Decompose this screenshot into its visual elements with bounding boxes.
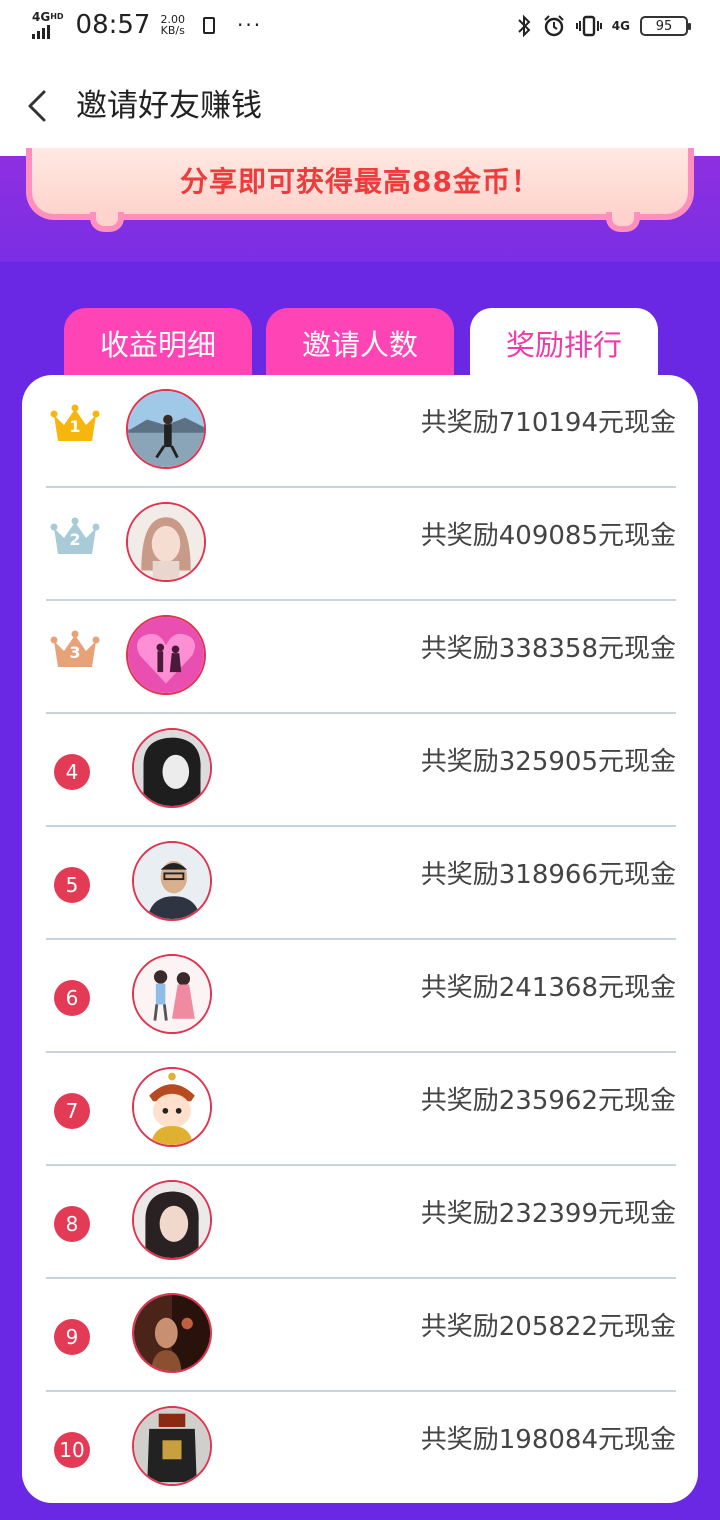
rank-badge: 4 (54, 754, 90, 790)
reward-amount: 共奖励198084元现金 (420, 1425, 676, 1455)
ranking-row[interactable]: 6 共奖励241368元现金 (46, 940, 676, 1053)
rank-badge: 7 (54, 1093, 90, 1129)
reward-amount: 共奖励338358元现金 (420, 634, 676, 664)
tab-reward-ranking[interactable]: 奖励排行 (470, 308, 658, 378)
ranking-row[interactable]: 5 共奖励318966元现金 (46, 827, 676, 940)
network-speed: 2.00 KB/s (160, 14, 185, 36)
rank-badge: 6 (54, 980, 90, 1016)
signal-indicator: 4GHD (32, 11, 64, 39)
rank-badge: 9 (54, 1319, 90, 1355)
ranking-row[interactable]: 10 共奖励198084元现金 (46, 1392, 676, 1505)
avatar[interactable] (132, 1180, 212, 1260)
avatar[interactable] (132, 841, 212, 921)
tab-earnings-detail[interactable]: 收益明细 (64, 308, 252, 378)
chevron-left-icon (28, 90, 46, 122)
sim-icon (202, 16, 215, 34)
reward-amount: 共奖励710194元现金 (420, 408, 676, 438)
avatar[interactable] (126, 615, 206, 695)
crown-icon: 1 (50, 403, 100, 445)
crown-icon: 2 (50, 516, 100, 558)
avatar[interactable] (132, 1067, 212, 1147)
speed-unit: KB/s (160, 24, 185, 37)
back-button[interactable] (24, 86, 48, 126)
reward-amount: 共奖励232399元现金 (420, 1199, 676, 1229)
reward-amount: 共奖励235962元现金 (420, 1086, 676, 1116)
ranking-row[interactable]: 4 共奖励325905元现金 (46, 714, 676, 827)
ranking-row[interactable]: 2 共奖励409085元现金 (46, 488, 676, 601)
reward-amount: 共奖励205822元现金 (420, 1312, 676, 1342)
signal-bars-icon (32, 25, 64, 39)
alarm-icon (542, 14, 566, 38)
reward-amount: 共奖励241368元现金 (420, 973, 676, 1003)
tab-invite-count[interactable]: 邀请人数 (266, 308, 454, 378)
banner-text: 分享即可获得最高88金币！ (180, 165, 540, 198)
ranking-row[interactable]: 9 共奖励205822元现金 (46, 1279, 676, 1392)
rank-badge: 8 (54, 1206, 90, 1242)
status-time: 08:57 (75, 10, 151, 40)
avatar[interactable] (132, 954, 212, 1034)
battery-indicator: 95 (640, 16, 691, 36)
rank-number: 3 (69, 643, 81, 662)
page-title: 邀请好友赚钱 (76, 88, 262, 124)
promo-banner: 分享即可获得最高88金币！ (26, 148, 694, 220)
status-bar: 4GHD 08:57 2.00 KB/s ··· 4G 95 (0, 0, 720, 56)
bluetooth-icon (516, 14, 532, 38)
reward-amount: 共奖励325905元现金 (420, 747, 676, 777)
rank-badge: 10 (54, 1432, 90, 1468)
rank-number: 1 (69, 417, 81, 436)
avatar[interactable] (132, 1406, 212, 1486)
ranking-row[interactable]: 1 共奖励710194元现金 (46, 375, 676, 488)
crown-icon: 3 (50, 629, 100, 671)
reward-amount: 共奖励318966元现金 (420, 860, 676, 890)
network-4g-label: 4G (611, 19, 630, 33)
content-area: 分享即可获得最高88金币！ 收益明细 邀请人数 奖励排行 1 共奖励710194… (0, 148, 720, 1520)
tab-bar: 收益明细 邀请人数 奖励排行 (64, 308, 658, 378)
rank-number: 2 (69, 530, 81, 549)
title-bar: 邀请好友赚钱 (0, 56, 720, 156)
ranking-list: 1 共奖励710194元现金 2 共奖励409085元现金 3 共奖励33835… (22, 375, 698, 1503)
avatar[interactable] (126, 502, 206, 582)
reward-amount: 共奖励409085元现金 (420, 521, 676, 551)
battery-level: 95 (655, 18, 673, 34)
avatar[interactable] (132, 728, 212, 808)
network-label: 4G (32, 10, 51, 24)
vibrate-icon (575, 14, 602, 38)
ranking-row[interactable]: 3 共奖励338358元现金 (46, 601, 676, 714)
network-sup: HD (50, 12, 64, 21)
more-notifications-icon: ··· (236, 13, 263, 37)
ranking-row[interactable]: 8 共奖励232399元现金 (46, 1166, 676, 1279)
avatar[interactable] (132, 1293, 212, 1373)
ranking-row[interactable]: 7 共奖励235962元现金 (46, 1053, 676, 1166)
rank-badge: 5 (54, 867, 90, 903)
avatar[interactable] (126, 389, 206, 469)
